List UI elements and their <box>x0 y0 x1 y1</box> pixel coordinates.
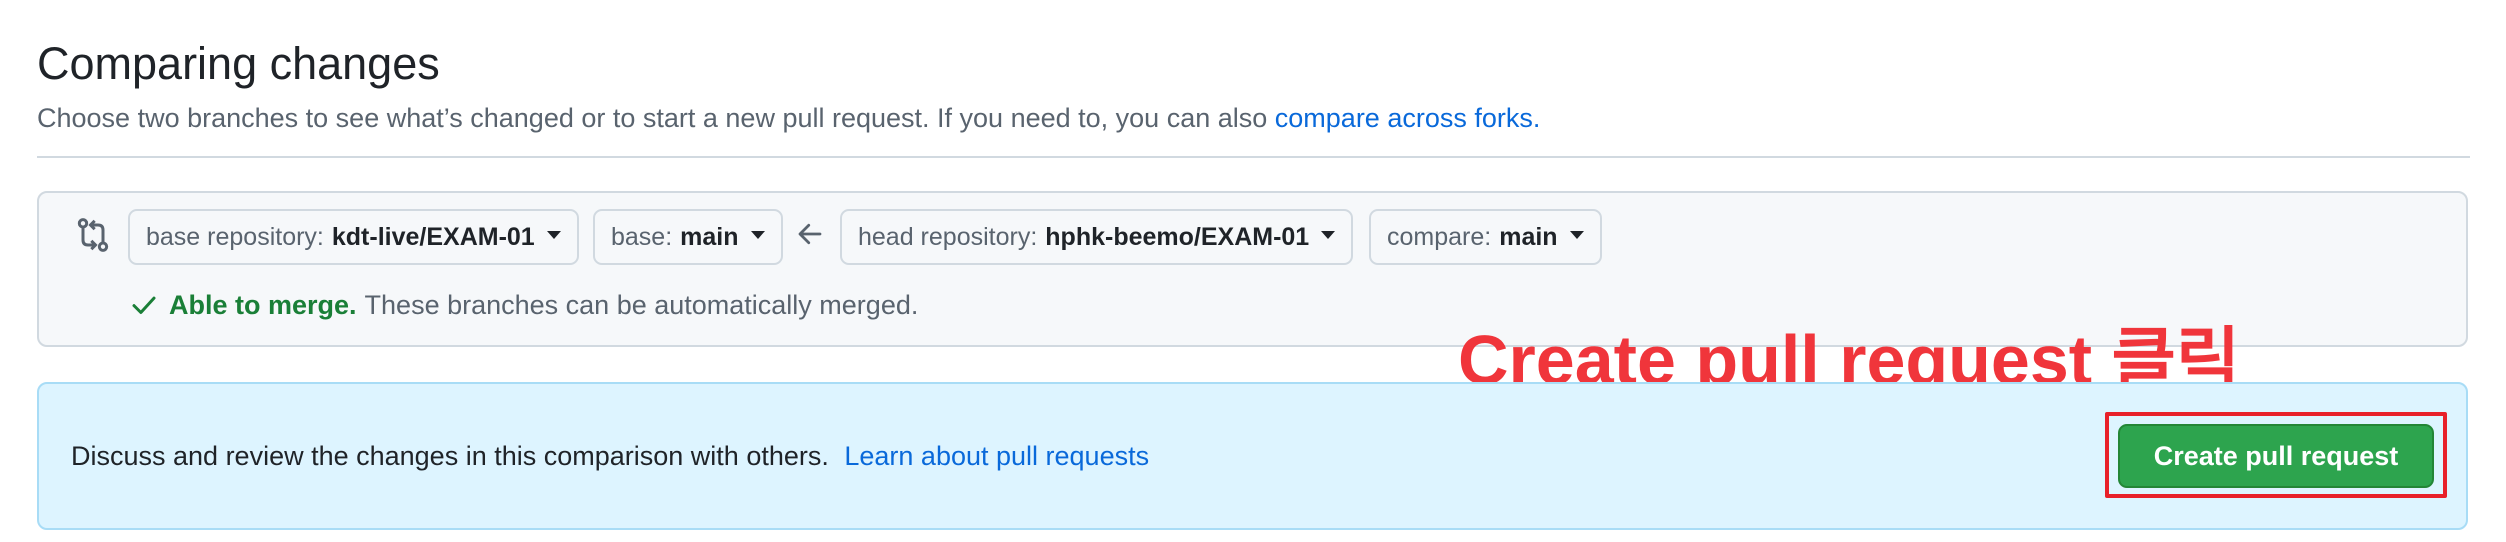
base-branch-select[interactable]: base: main <box>593 209 783 265</box>
subtitle-text: Choose two branches to see what’s change… <box>37 103 1268 133</box>
discuss-text: Discuss and review the changes in this c… <box>71 438 1149 474</box>
base-branch-value: main <box>680 222 739 251</box>
discuss-banner: Discuss and review the changes in this c… <box>37 382 2468 530</box>
merge-description: These branches can be automatically merg… <box>364 290 919 320</box>
merge-ok-label: Able to merge. <box>169 290 357 320</box>
chevron-down-icon <box>750 231 765 239</box>
compare-page: Comparing changes Choose two branches to… <box>0 0 2506 542</box>
page-title: Comparing changes <box>37 38 440 89</box>
arrow-left-icon <box>798 223 822 245</box>
base-branch-label: base: <box>611 222 673 251</box>
git-compare-icon <box>77 218 109 252</box>
chevron-down-icon <box>1569 231 1584 239</box>
page-subtitle: Choose two branches to see what’s change… <box>37 100 1540 136</box>
check-icon <box>132 296 156 314</box>
compare-branch-label: compare: <box>1387 222 1492 251</box>
discuss-message: Discuss and review the changes in this c… <box>71 441 829 471</box>
merge-status: Able to merge. These branches can be aut… <box>129 287 918 323</box>
chevron-down-icon <box>1321 231 1336 239</box>
learn-pull-requests-link[interactable]: Learn about pull requests <box>844 441 1149 471</box>
chevron-down-icon <box>546 231 561 239</box>
compare-across-forks-link[interactable]: compare across forks. <box>1275 103 1541 133</box>
base-repository-value: kdt-live/EXAM-01 <box>331 222 535 251</box>
head-repository-label: head repository: <box>858 222 1038 251</box>
compare-branch-select[interactable]: compare: main <box>1369 209 1602 265</box>
head-repository-value: hphk-beemo/EXAM-01 <box>1045 222 1310 251</box>
create-pull-request-button[interactable]: Create pull request <box>2118 424 2434 488</box>
base-repository-select[interactable]: base repository: kdt-live/EXAM-01 <box>128 209 579 265</box>
head-repository-select[interactable]: head repository: hphk-beemo/EXAM-01 <box>840 209 1354 265</box>
compare-branch-value: main <box>1499 222 1558 251</box>
divider <box>37 156 2470 158</box>
base-repository-label: base repository: <box>146 222 324 251</box>
